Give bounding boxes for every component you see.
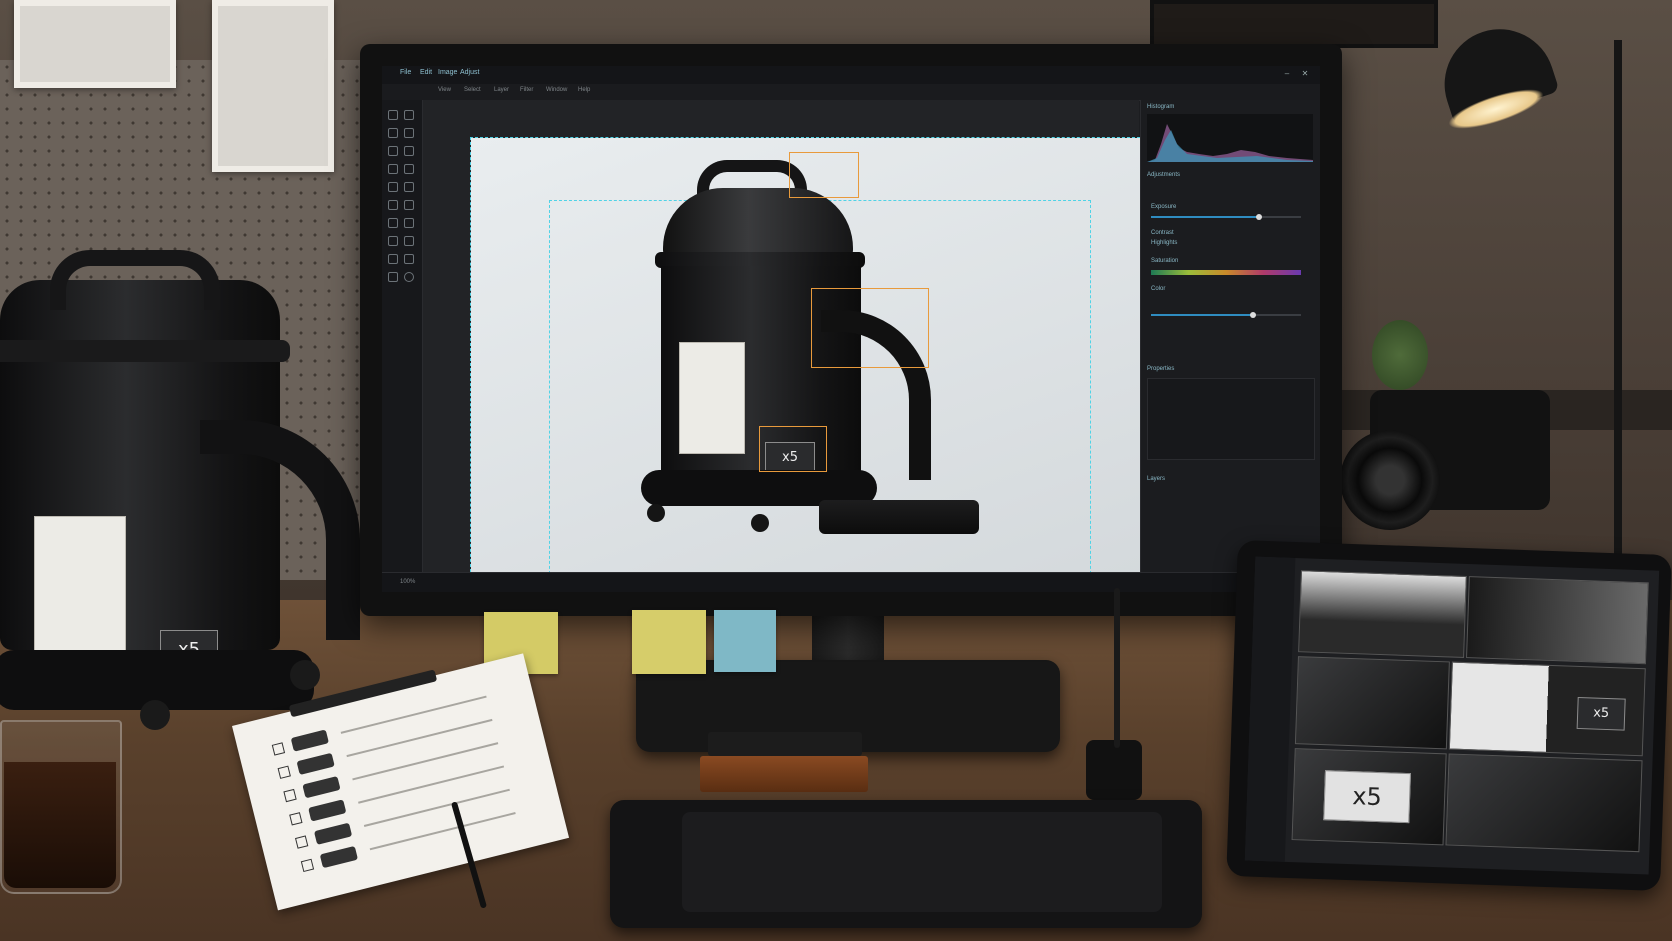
selection-count-badge[interactable] [759, 426, 827, 472]
selection-hose[interactable] [811, 288, 929, 368]
canvas-area: x5 [423, 100, 1150, 592]
sticky-note-yellow [632, 610, 706, 674]
book-stack [708, 732, 862, 756]
book-stack [700, 756, 868, 792]
app-menu-bar: View Select Layer Filter Window Help [382, 84, 1320, 101]
menu-image[interactable]: Image [438, 69, 457, 76]
eyedropper-tool-icon[interactable] [388, 218, 398, 228]
zoom-tool-icon[interactable] [404, 200, 414, 210]
submenu-filter[interactable]: Filter [520, 87, 533, 93]
coffee-glass [0, 720, 122, 894]
tablet-device: x5 x5 [1226, 540, 1672, 891]
tablet-count-badge-small: x5 [1576, 696, 1626, 731]
monitor-screen: File Edit Image Adjust – ✕ View Select L… [382, 66, 1320, 592]
section-saturation: Saturation [1151, 258, 1179, 264]
select-tool-icon[interactable] [388, 254, 398, 264]
submenu-help[interactable]: Help [578, 87, 590, 93]
hue-gradient[interactable] [1151, 270, 1301, 275]
wand-tool-icon[interactable] [404, 254, 414, 264]
product-label [34, 516, 126, 660]
section-adjustments[interactable]: Adjustments [1147, 172, 1180, 178]
thumbnail-label[interactable]: x5 [1448, 661, 1646, 757]
submenu-window[interactable]: Window [546, 87, 567, 93]
hand-tool-icon[interactable] [388, 200, 398, 210]
lamp-pole [1614, 40, 1622, 560]
crop-tool-icon[interactable] [404, 110, 414, 120]
pen-tablet [610, 800, 1202, 928]
eraser-tool-icon[interactable] [404, 128, 414, 138]
section-color: Color [1151, 286, 1166, 292]
section-contrast: Contrast [1151, 230, 1174, 236]
layer-list[interactable] [1147, 378, 1315, 460]
zoom-level: 100% [400, 579, 416, 585]
menu-edit[interactable]: Edit [420, 69, 432, 76]
exposure-slider-fill [1151, 216, 1259, 218]
submenu-select[interactable]: Select [464, 87, 481, 93]
wall-photo [14, 0, 176, 88]
tablet-screen: x5 x5 [1244, 556, 1660, 875]
thumbnail-badge[interactable]: x5 [1291, 748, 1447, 846]
menu-file[interactable]: File [400, 69, 411, 76]
section-exposure: Exposure [1151, 204, 1177, 210]
physical-vacuum: x5 [0, 250, 370, 770]
tablet-count-badge-large: x5 [1323, 770, 1411, 824]
thumbnail-wheel[interactable] [1445, 753, 1643, 853]
status-bar: 100% [382, 572, 1320, 592]
heal-tool-icon[interactable] [404, 218, 414, 228]
camera-lens [1340, 430, 1440, 530]
pen-tool-icon[interactable] [404, 146, 414, 156]
text-tool-icon[interactable] [388, 182, 398, 192]
dodge-tool-icon[interactable] [388, 236, 398, 246]
section-layers[interactable]: Layers [1147, 476, 1165, 482]
window-close-icon[interactable]: ✕ [1300, 69, 1310, 79]
properties-panel: Histogram Adjustments Exposure Contrast … [1140, 100, 1320, 572]
app-title-bar: File Edit Image Adjust – ✕ [382, 66, 1320, 85]
window-minimize-icon[interactable]: – [1282, 69, 1292, 79]
menu-adjust[interactable]: Adjust [460, 69, 479, 76]
tablet-sidebar [1244, 556, 1296, 862]
wall-frame [1150, 0, 1438, 48]
wall-photo [212, 0, 334, 172]
section-properties[interactable]: Properties [1147, 366, 1174, 372]
pen-tablet-active-area [682, 812, 1162, 912]
stylus-pen [1114, 588, 1120, 748]
selection-handle[interactable] [789, 152, 859, 198]
thumbnail-hose[interactable] [1466, 576, 1649, 665]
saturation-slider-fill [1151, 314, 1253, 316]
stamp-tool-icon[interactable] [388, 164, 398, 174]
submenu-view[interactable]: View [438, 87, 451, 93]
thumbnail-lock[interactable] [1294, 656, 1450, 750]
fill-tool-icon[interactable] [388, 272, 398, 282]
floor-nozzle [819, 500, 979, 534]
exposure-slider-knob[interactable] [1256, 214, 1262, 220]
panel-title: Histogram [1147, 104, 1175, 110]
lasso-tool-icon[interactable] [388, 146, 398, 156]
color-swatch-icon[interactable] [404, 272, 414, 282]
gradient-tool-icon[interactable] [404, 164, 414, 174]
brush-tool-icon[interactable] [388, 128, 398, 138]
plant [1372, 320, 1428, 390]
tool-bar [382, 100, 423, 592]
sticky-note-blue [714, 610, 776, 672]
section-highlights: Highlights [1151, 240, 1178, 246]
saturation-slider-knob[interactable] [1250, 312, 1256, 318]
photo-canvas[interactable]: x5 [470, 137, 1150, 592]
submenu-layer[interactable]: Layer [494, 87, 509, 93]
move-tool-icon[interactable] [388, 110, 398, 120]
blur-tool-icon[interactable] [404, 236, 414, 246]
pen-holder [1086, 740, 1142, 800]
shape-tool-icon[interactable] [404, 182, 414, 192]
photo-product-label [679, 342, 745, 454]
histogram [1147, 114, 1313, 162]
thumbnail-handle[interactable] [1298, 570, 1467, 658]
